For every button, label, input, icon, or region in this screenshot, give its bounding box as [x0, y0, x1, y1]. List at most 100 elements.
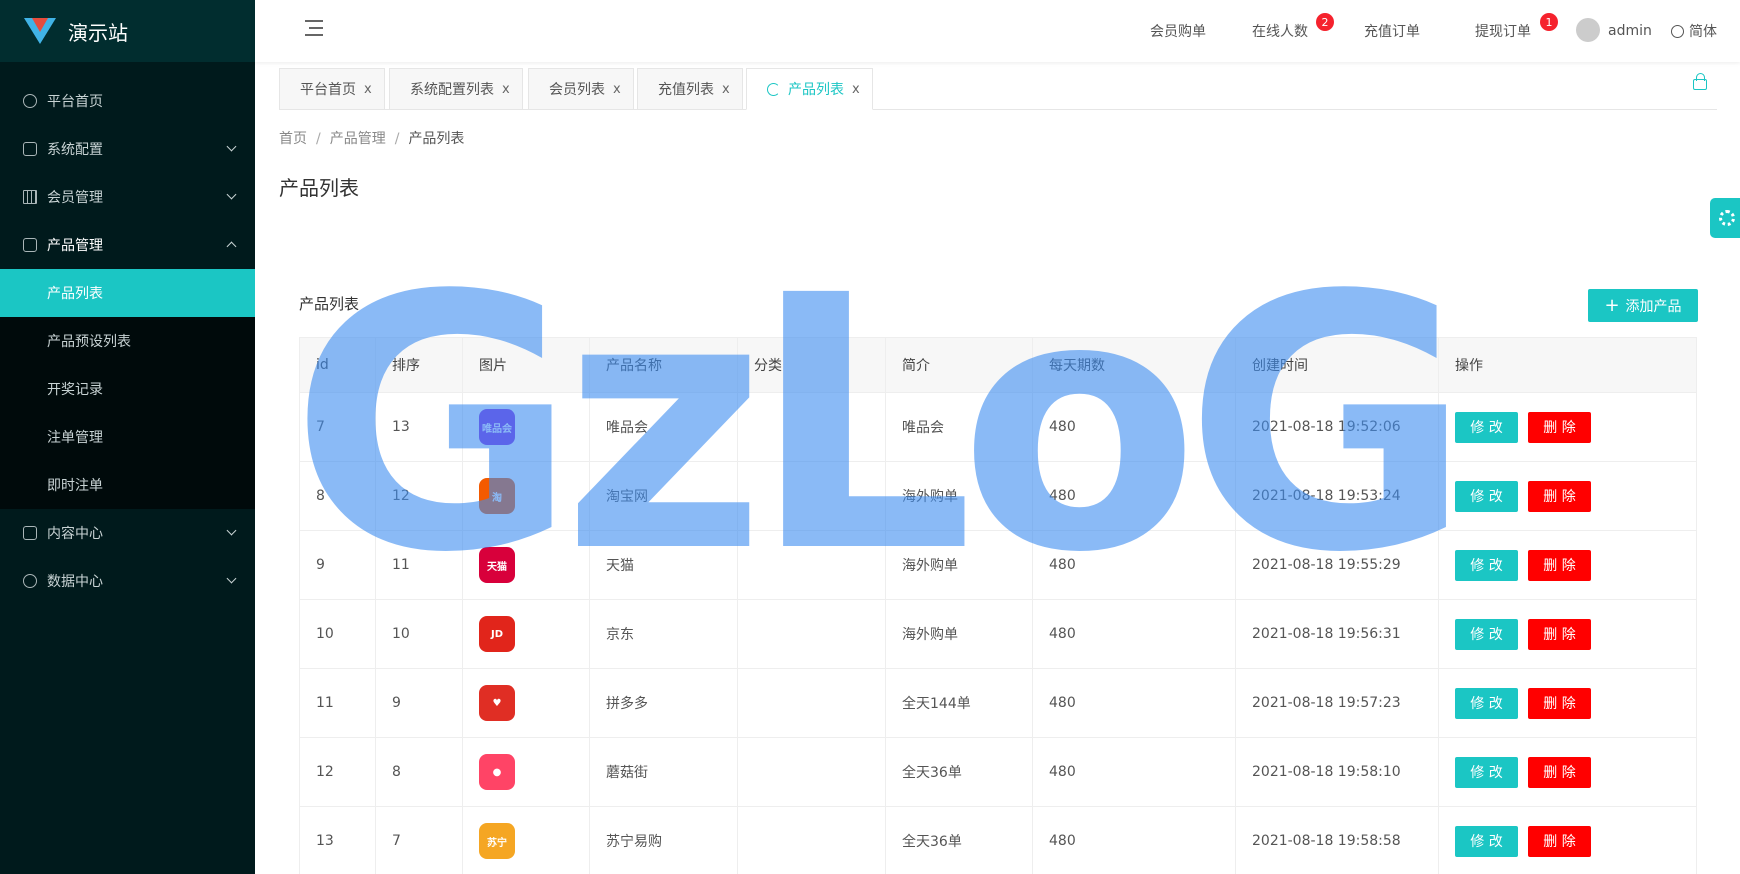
- delete-button[interactable]: 删 除: [1528, 618, 1591, 650]
- document-icon: [23, 526, 37, 540]
- sidebar-item-content[interactable]: 内容中心: [0, 509, 255, 557]
- cell-created: 2021-08-18 19:58:58: [1235, 806, 1439, 874]
- cell-actions: 修 改删 除: [1438, 461, 1697, 531]
- sidebar-item-data[interactable]: 数据中心: [0, 557, 255, 605]
- edit-button[interactable]: 修 改: [1455, 480, 1518, 512]
- close-icon[interactable]: x: [364, 82, 372, 97]
- table-icon: [23, 190, 37, 204]
- globe-icon: [1671, 24, 1684, 38]
- cell-actions: 修 改删 除: [1438, 806, 1697, 874]
- edit-button[interactable]: 修 改: [1455, 618, 1518, 650]
- apps-icon: [23, 238, 37, 252]
- sidebar-item-home[interactable]: 平台首页: [0, 77, 255, 125]
- sidebar-item-products[interactable]: 产品管理: [0, 221, 255, 269]
- user-name[interactable]: admin: [1608, 0, 1652, 62]
- delete-button[interactable]: 删 除: [1528, 756, 1591, 788]
- cell-category: [737, 806, 886, 874]
- cell-name: 苏宁易购: [589, 806, 738, 874]
- edit-button[interactable]: 修 改: [1455, 825, 1518, 857]
- lock-icon[interactable]: [1693, 73, 1707, 90]
- language-label: 简体: [1689, 24, 1717, 40]
- tab-label: 系统配置列表: [410, 82, 494, 98]
- sidebar-subitem-draw-records[interactable]: 开奖记录: [0, 365, 255, 413]
- delete-button[interactable]: 删 除: [1528, 687, 1591, 719]
- refresh-icon[interactable]: [767, 82, 780, 96]
- close-icon[interactable]: x: [502, 82, 510, 97]
- nav-member-orders[interactable]: 会员购单: [1150, 0, 1206, 62]
- add-product-button[interactable]: + 添加产品: [1588, 289, 1698, 322]
- cell-actions: 修 改删 除: [1438, 599, 1697, 669]
- app-title: 演示站: [68, 20, 128, 45]
- online-users-badge: 2: [1316, 13, 1334, 31]
- tab-home[interactable]: 平台首页 x: [279, 68, 385, 110]
- cell-actions: 修 改删 除: [1438, 668, 1697, 738]
- tab-recharge-list[interactable]: 充值列表 x: [637, 68, 743, 110]
- sidebar-subitem-product-list[interactable]: 产品列表: [0, 269, 255, 317]
- menu-fold-icon[interactable]: [305, 20, 323, 36]
- cell-id: 12: [299, 737, 376, 807]
- product-logo-icon: ●: [479, 754, 515, 790]
- tab-label: 产品列表: [788, 82, 844, 98]
- breadcrumb-separator: /: [316, 131, 321, 147]
- breadcrumb-section[interactable]: 产品管理: [330, 131, 386, 147]
- edit-button[interactable]: 修 改: [1455, 411, 1518, 443]
- cell-category: [737, 668, 886, 738]
- delete-button[interactable]: 删 除: [1528, 549, 1591, 581]
- sidebar-item-system-config[interactable]: 系统配置: [0, 125, 255, 173]
- breadcrumb-home[interactable]: 首页: [279, 131, 307, 147]
- logo[interactable]: 演示站: [0, 0, 255, 62]
- cell-image: ♥: [462, 668, 590, 738]
- chevron-down-icon: [226, 573, 237, 584]
- close-icon[interactable]: x: [613, 82, 621, 97]
- nav-withdraw-orders[interactable]: 提现订单: [1475, 0, 1531, 62]
- close-icon[interactable]: x: [722, 82, 730, 97]
- cell-intro: 全天144单: [885, 668, 1033, 738]
- tab-member-list[interactable]: 会员列表 x: [528, 68, 634, 110]
- nav-online-users[interactable]: 在线人数: [1252, 0, 1308, 62]
- cell-category: [737, 737, 886, 807]
- delete-button[interactable]: 删 除: [1528, 411, 1591, 443]
- product-logo-icon: 苏宁: [479, 823, 515, 859]
- sidebar-item-members[interactable]: 会员管理: [0, 173, 255, 221]
- settings-button[interactable]: [1710, 198, 1740, 238]
- delete-button[interactable]: 删 除: [1528, 825, 1591, 857]
- close-icon[interactable]: x: [852, 82, 860, 97]
- chevron-up-icon: [226, 241, 237, 252]
- breadcrumb-separator: /: [394, 131, 400, 147]
- cell-sort: 9: [375, 668, 463, 738]
- page-title: 产品列表: [279, 176, 359, 200]
- dashboard-icon: [23, 94, 37, 108]
- avatar[interactable]: [1576, 18, 1600, 42]
- tab-product-list[interactable]: 产品列表 x: [746, 68, 873, 110]
- tab-system-config-list[interactable]: 系统配置列表 x: [389, 68, 523, 110]
- edit-button[interactable]: 修 改: [1455, 549, 1518, 581]
- watermark: GzLoG: [290, 221, 1472, 629]
- language-switch[interactable]: 简体: [1671, 0, 1717, 62]
- check-circle-icon: [23, 574, 37, 588]
- breadcrumb: 首页 / 产品管理 / 产品列表: [279, 128, 464, 148]
- sidebar: 演示站 平台首页 系统配置 会员管理 产品管理 产品列表 产品预设列表 开奖记录…: [0, 0, 255, 874]
- tab-label: 会员列表: [549, 82, 605, 98]
- sidebar-item-label: 产品管理: [47, 238, 103, 254]
- sidebar-subitem-product-presets[interactable]: 产品预设列表: [0, 317, 255, 365]
- sidebar-item-label: 内容中心: [47, 526, 103, 542]
- cell-created: 2021-08-18 19:58:10: [1235, 737, 1439, 807]
- cell-id: 13: [299, 806, 376, 874]
- edit-button[interactable]: 修 改: [1455, 687, 1518, 719]
- delete-button[interactable]: 删 除: [1528, 480, 1591, 512]
- add-product-label: 添加产品: [1625, 298, 1682, 315]
- sidebar-subitem-bet-management[interactable]: 注单管理: [0, 413, 255, 461]
- edit-button[interactable]: 修 改: [1455, 756, 1518, 788]
- cell-created: 2021-08-18 19:57:23: [1235, 668, 1439, 738]
- nav-recharge-orders[interactable]: 充值订单: [1364, 0, 1420, 62]
- column-header-actions: 操作: [1438, 337, 1697, 393]
- cell-image: ●: [462, 737, 590, 807]
- chevron-down-icon: [226, 525, 237, 536]
- cell-name: 拼多多: [589, 668, 738, 738]
- gear-icon: [1719, 210, 1735, 226]
- tab-label: 充值列表: [658, 82, 714, 98]
- sidebar-subitem-live-bets[interactable]: 即时注单: [0, 461, 255, 509]
- edit-icon: [23, 142, 37, 156]
- cell-name: 蘑菇街: [589, 737, 738, 807]
- sidebar-menu: 平台首页 系统配置 会员管理 产品管理 产品列表 产品预设列表 开奖记录 注单管…: [0, 77, 255, 605]
